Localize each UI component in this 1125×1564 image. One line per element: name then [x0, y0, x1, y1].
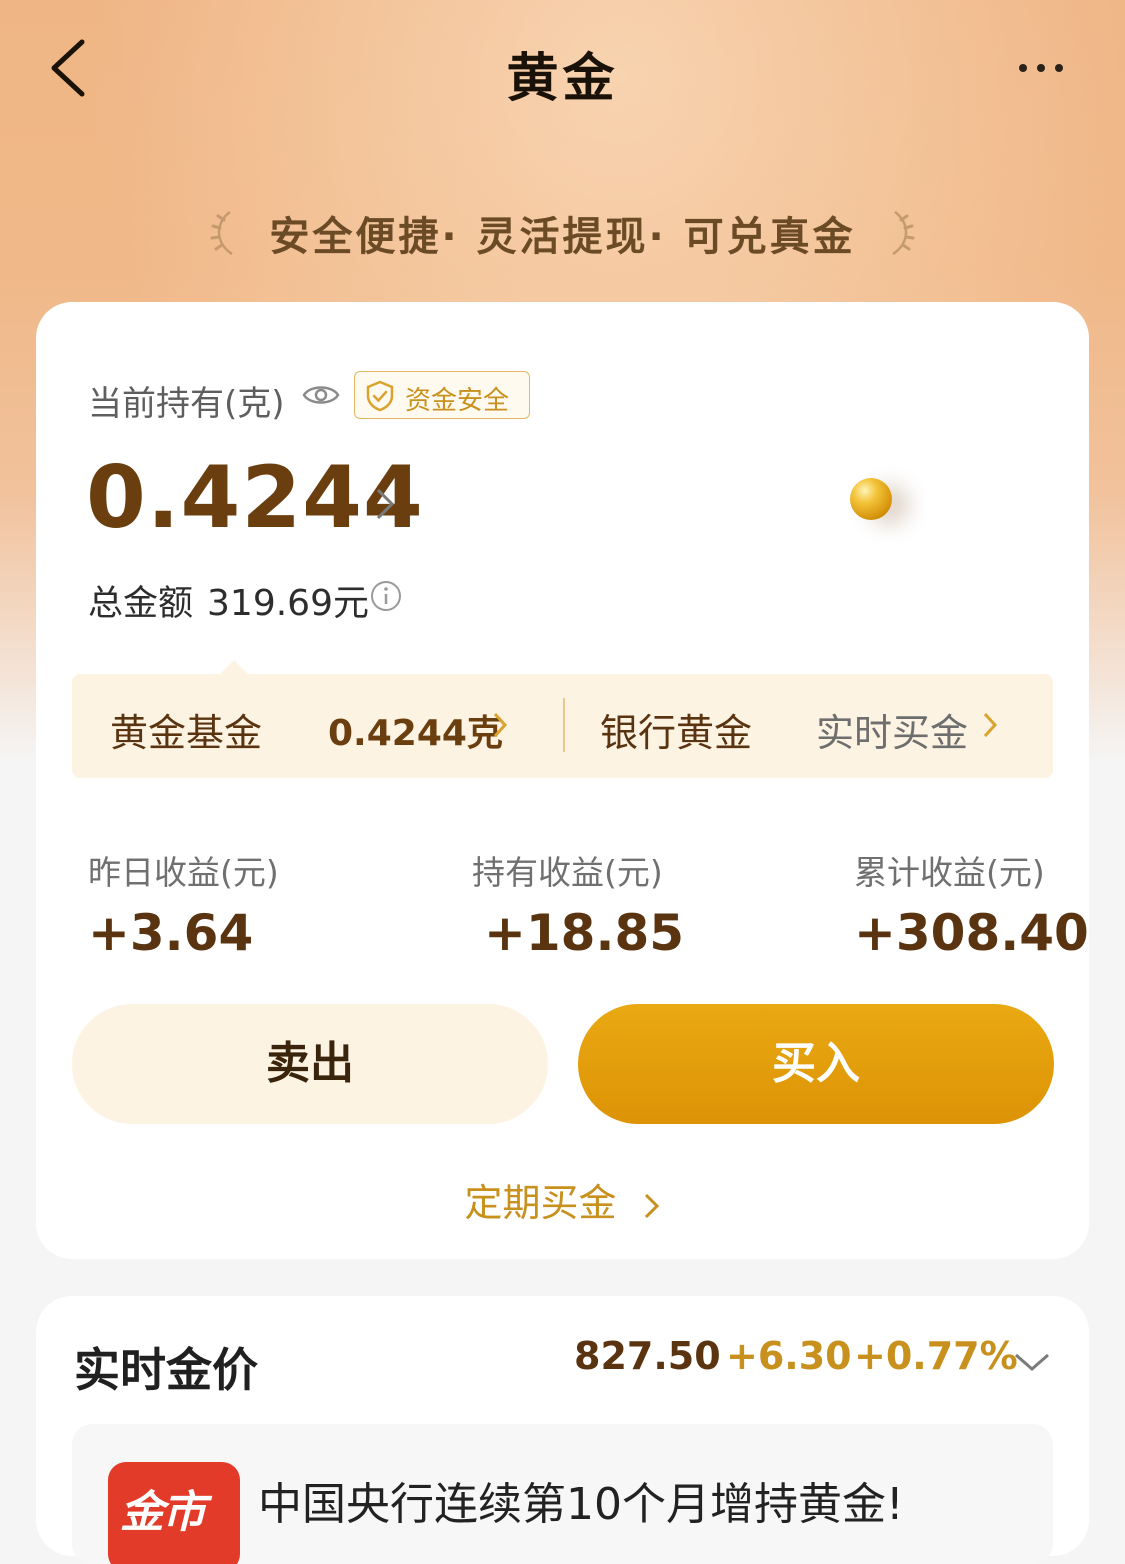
earnings-label: 昨日收益(元): [88, 853, 279, 892]
product-switcher: 黄金基金 0.4244克 银行黄金 实时买金: [72, 674, 1053, 778]
gold-bead-icon: [850, 478, 892, 520]
total-amount-row: 总金额 319.69元: [88, 574, 369, 626]
fund-safety-badge[interactable]: 资金安全: [354, 371, 530, 419]
slogan-text: 安全便捷· 灵活提现· 可兑真金: [269, 214, 856, 260]
fund-box-pointer: [220, 660, 248, 674]
gold-fund-label[interactable]: 黄金基金: [110, 702, 262, 757]
chevron-right-icon: [644, 1193, 659, 1218]
badge-label: 资金安全: [405, 386, 510, 416]
earnings-value: +308.40: [854, 904, 1089, 962]
cumulative-earnings: 累计收益(元) +308.40: [854, 846, 1089, 962]
sell-button[interactable]: 卖出: [72, 1004, 548, 1124]
chevron-down-icon[interactable]: [1012, 1350, 1052, 1374]
news-logo: 金市: [108, 1462, 240, 1564]
chevron-right-icon[interactable]: [982, 710, 998, 740]
news-title[interactable]: 中国央行连续第10个月增持黄金!: [258, 1468, 904, 1532]
total-label: 总金额: [88, 584, 194, 624]
price-change-percent: +0.77%: [854, 1334, 1018, 1378]
earnings-label: 持有收益(元): [472, 853, 663, 892]
gold-fund-value[interactable]: 0.4244克: [328, 704, 503, 756]
price-change: +6.30: [726, 1334, 852, 1378]
total-value: 319.69元: [207, 583, 369, 624]
divider: [563, 698, 565, 752]
regular-buy-link[interactable]: 定期买金: [36, 1172, 1089, 1227]
laurel-right-icon: [891, 210, 915, 256]
price-value: 827.50: [574, 1334, 721, 1378]
buy-button[interactable]: 买入: [578, 1004, 1054, 1124]
price-title: 实时金价: [74, 1343, 258, 1397]
page-title: 黄金: [506, 49, 619, 109]
laurel-left-icon: [210, 210, 234, 256]
earnings-value: +18.85: [484, 904, 685, 962]
realtime-buy-link[interactable]: 实时买金: [816, 702, 968, 757]
bank-gold-label[interactable]: 银行黄金: [600, 702, 752, 757]
holding-earnings: 持有收益(元) +18.85: [472, 846, 684, 962]
earnings-label: 累计收益(元): [854, 853, 1045, 892]
info-icon[interactable]: [370, 580, 402, 612]
more-icon[interactable]: [1016, 56, 1066, 80]
holding-card: 当前持有(克) 资金安全 0.4244 总金额 319.69元 黄金基金 0.42…: [36, 302, 1089, 1259]
shield-icon: [366, 380, 394, 412]
eye-icon[interactable]: [302, 382, 340, 408]
news-item[interactable]: 金市 中国央行连续第10个月增持黄金!: [72, 1424, 1053, 1564]
chevron-right-icon[interactable]: [372, 484, 398, 524]
yesterday-earnings: 昨日收益(元) +3.64: [88, 846, 279, 962]
holding-label: 当前持有(克): [88, 384, 285, 424]
regular-buy-label: 定期买金: [464, 1181, 617, 1225]
earnings-value: +3.64: [88, 904, 254, 962]
news-logo-text: 金市: [120, 1487, 206, 1538]
gold-price-card: 实时金价 827.50 +6.30 +0.77% 金市 中国央行连续第10个月增…: [36, 1296, 1089, 1564]
chevron-right-icon[interactable]: [492, 710, 508, 740]
nav-bar: 黄金: [0, 0, 1125, 140]
slogan: 安全便捷· 灵活提现· 可兑真金: [0, 204, 1125, 262]
